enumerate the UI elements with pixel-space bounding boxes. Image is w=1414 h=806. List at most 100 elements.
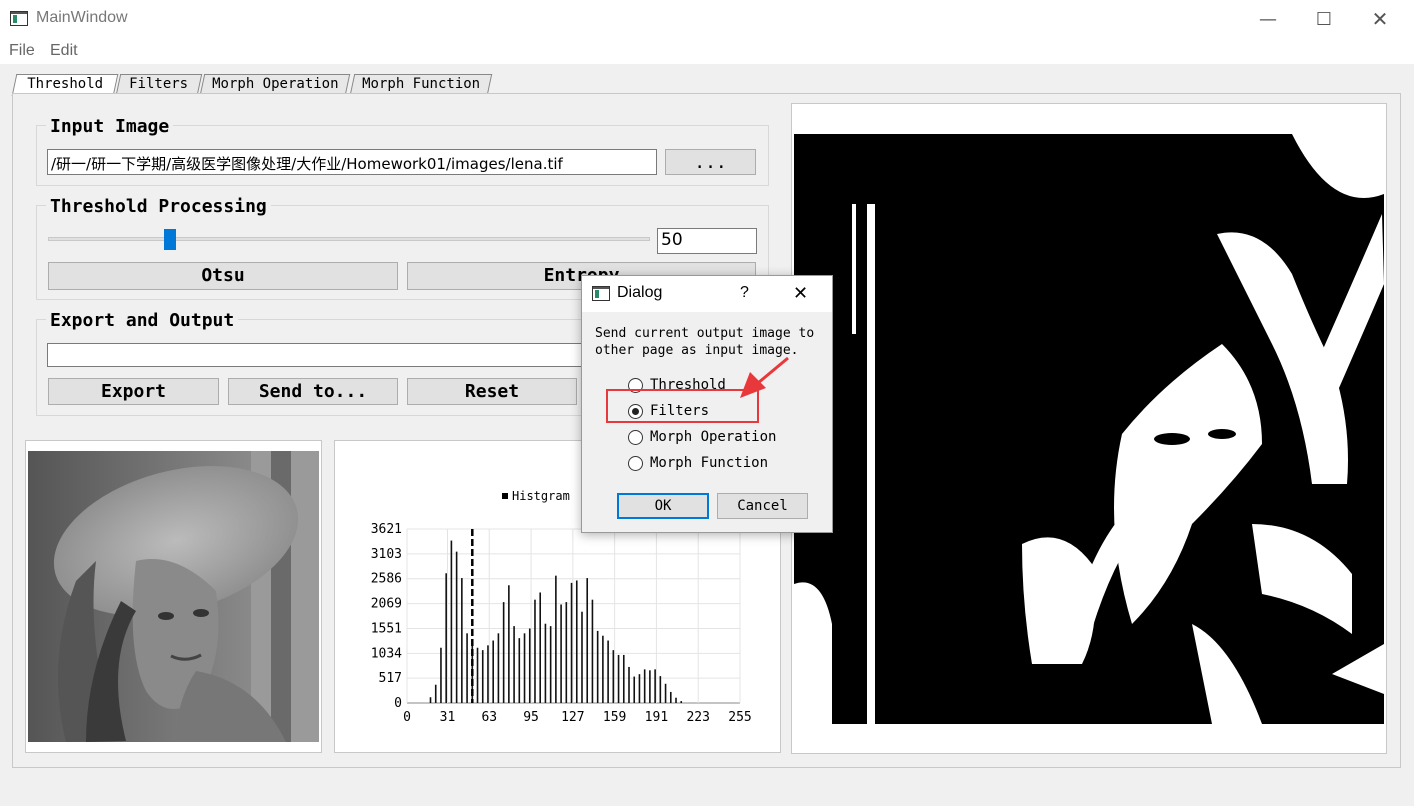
histogram-bar — [497, 633, 500, 703]
maximize-icon[interactable]: ☐ — [1296, 0, 1352, 38]
tab-morph-function[interactable]: Morph Function — [349, 74, 493, 95]
histogram-bar — [513, 626, 515, 703]
histogram-bar — [602, 635, 604, 703]
y-tick-label: 0 — [394, 696, 402, 711]
input-path-field[interactable]: /研一/研一下学期/高级医学图像处理/大作业/Homework01/images… — [47, 149, 657, 175]
dialog-icon — [592, 286, 610, 301]
radio-morph-function-label[interactable]: Morph Function — [650, 455, 768, 471]
x-tick-label: 255 — [728, 710, 751, 725]
histogram-bar — [429, 697, 432, 703]
histogram-bar — [570, 582, 573, 703]
y-tick-label: 3621 — [371, 522, 402, 537]
export-title: Export and Output — [46, 310, 239, 331]
send-to-button[interactable]: Send to... — [228, 378, 398, 405]
x-tick-label: 31 — [440, 710, 456, 725]
histogram-bar — [492, 640, 494, 703]
histogram-bar — [523, 633, 526, 703]
histogram-bar — [487, 645, 489, 703]
histogram-bar — [675, 697, 677, 703]
histogram-bar — [476, 647, 479, 703]
tab-morph-operation[interactable]: Morph Operation — [199, 74, 351, 95]
histogram-bar — [664, 683, 667, 703]
dialog-title: Dialog — [617, 284, 663, 301]
x-tick-label: 95 — [523, 710, 539, 725]
tab-bar: Threshold Filters Morph Operation Morph … — [11, 74, 512, 96]
radio-morph-function[interactable] — [628, 456, 643, 471]
histogram-bar — [638, 674, 641, 703]
y-tick-label: 2586 — [371, 572, 402, 587]
y-tick-label: 1034 — [371, 646, 402, 661]
threshold-value-field[interactable]: 50 — [657, 228, 757, 254]
dialog-message-line1: Send current output image to — [595, 326, 815, 341]
otsu-button[interactable]: Otsu — [48, 262, 398, 290]
cancel-button[interactable]: Cancel — [717, 493, 808, 519]
histogram-bar — [643, 669, 646, 703]
y-tick-label: 517 — [379, 671, 402, 686]
minimize-icon[interactable]: — — [1240, 0, 1296, 38]
x-tick-label: 127 — [561, 710, 584, 725]
histogram-bar — [586, 578, 589, 703]
histogram-bar — [622, 654, 625, 703]
histogram-bar — [633, 676, 636, 703]
histogram-bar — [654, 669, 656, 703]
histogram-bar — [445, 573, 447, 703]
histogram-bar — [581, 611, 583, 703]
histogram-bar — [549, 626, 552, 703]
x-tick-label: 223 — [686, 710, 709, 725]
radio-morph-operation[interactable] — [628, 430, 643, 445]
ok-button[interactable]: OK — [617, 493, 709, 519]
help-icon[interactable]: ? — [740, 284, 749, 302]
histogram-bar — [461, 578, 463, 703]
input-image-panel — [25, 440, 322, 753]
histogram-bar — [596, 630, 599, 703]
histogram-bar — [591, 599, 594, 703]
x-tick-label: 0 — [403, 710, 411, 725]
histogram-bar — [440, 647, 442, 703]
reset-button[interactable]: Reset — [407, 378, 577, 405]
title-bar: MainWindow — ☐ ✕ — [0, 0, 1414, 38]
histogram-bar — [434, 684, 437, 703]
histogram-bar — [481, 650, 484, 703]
browse-button[interactable]: ... — [665, 149, 756, 175]
legend-label: Histgram — [512, 489, 570, 503]
histogram-bar — [628, 666, 630, 703]
histogram-bar — [518, 638, 521, 703]
y-tick-label: 2069 — [371, 597, 402, 612]
radio-morph-operation-label[interactable]: Morph Operation — [650, 429, 776, 445]
histogram-bar — [502, 602, 505, 703]
y-tick-label: 3103 — [371, 547, 402, 562]
threshold-slider-track[interactable] — [48, 237, 650, 241]
histogram-bar — [539, 592, 541, 703]
histogram-bar — [528, 628, 531, 703]
close-icon[interactable]: ✕ — [1352, 0, 1408, 38]
x-tick-label: 63 — [481, 710, 497, 725]
tab-filters[interactable]: Filters — [115, 74, 203, 95]
histogram-bar — [659, 676, 662, 703]
output-image — [794, 134, 1384, 724]
dialog-title-bar: Dialog ? ✕ — [582, 276, 832, 312]
window-title: MainWindow — [36, 9, 128, 26]
threshold-slider-handle[interactable] — [163, 229, 176, 250]
dialog-close-icon[interactable]: ✕ — [793, 283, 808, 304]
histogram-bar — [607, 640, 609, 703]
y-tick-label: 1551 — [371, 621, 402, 636]
menu-edit[interactable]: Edit — [50, 42, 78, 60]
histogram-bar — [466, 633, 468, 703]
threshold-title: Threshold Processing — [46, 196, 271, 217]
legend-marker — [502, 493, 508, 499]
menu-file[interactable]: File — [9, 42, 35, 60]
histogram-bar — [669, 691, 672, 703]
histogram-bar — [508, 585, 510, 703]
input-image — [28, 451, 319, 742]
x-tick-label: 191 — [645, 710, 668, 725]
histogram-bar — [555, 575, 557, 703]
histogram-bar — [612, 650, 615, 703]
histogram-bar — [455, 551, 458, 703]
histogram-bar — [560, 604, 562, 703]
histogram-bar — [649, 670, 651, 703]
export-button[interactable]: Export — [48, 378, 219, 405]
histogram-bar — [534, 599, 536, 703]
histogram-bar — [575, 580, 578, 703]
input-image-title: Input Image — [46, 116, 174, 137]
annotation-arrow — [740, 356, 789, 398]
